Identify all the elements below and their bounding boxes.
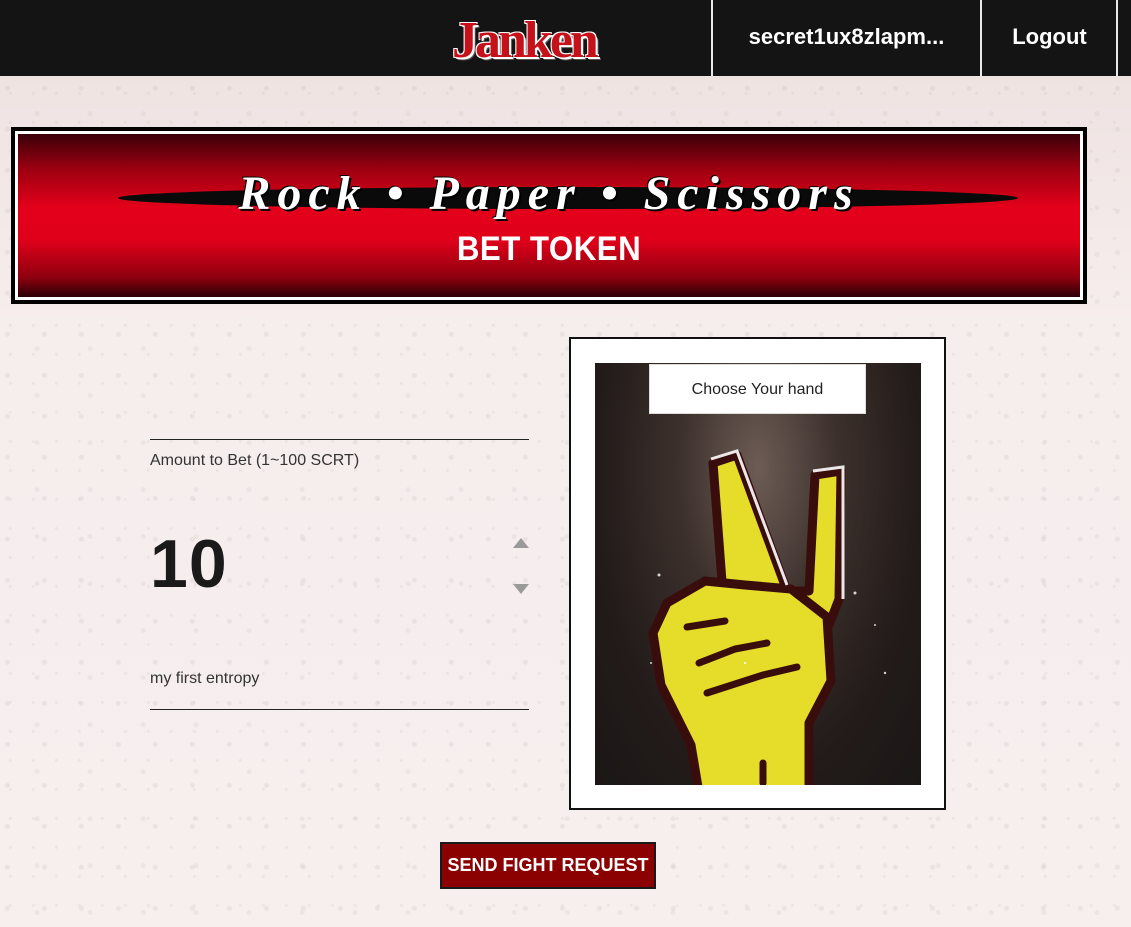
nav-divider xyxy=(980,0,982,76)
game-banner: Rock • Paper • Scissors BET TOKEN xyxy=(11,127,1087,304)
janken-logo[interactable]: Janken xyxy=(452,10,599,72)
amount-label: Amount to Bet (1~100 SCRT) xyxy=(150,452,360,469)
amount-stepper[interactable] xyxy=(508,525,534,615)
banner-title: Rock • Paper • Scissors xyxy=(238,167,860,220)
banner-subtitle: BET TOKEN xyxy=(456,230,642,268)
amount-input[interactable]: 10 xyxy=(150,525,228,603)
peace-hand-icon xyxy=(648,449,887,785)
nav-divider xyxy=(1116,0,1118,76)
send-fight-request-button[interactable]: SEND FIGHT REQUEST xyxy=(440,842,656,889)
entropy-input[interactable]: my first entropy xyxy=(150,670,259,688)
stepper-up-icon[interactable] xyxy=(513,538,529,548)
amount-field-divider xyxy=(150,439,529,440)
entropy-field-underline xyxy=(150,709,529,710)
stepper-down-icon[interactable] xyxy=(513,584,529,594)
wallet-address-link[interactable]: secret1ux8zlapm... xyxy=(713,0,980,76)
choose-hand-button[interactable]: Choose Your hand xyxy=(649,364,866,414)
logout-button[interactable]: Logout xyxy=(983,0,1116,76)
top-navbar: Janken secret1ux8zlapm... Logout xyxy=(0,0,1131,76)
hand-image[interactable] xyxy=(595,363,921,785)
